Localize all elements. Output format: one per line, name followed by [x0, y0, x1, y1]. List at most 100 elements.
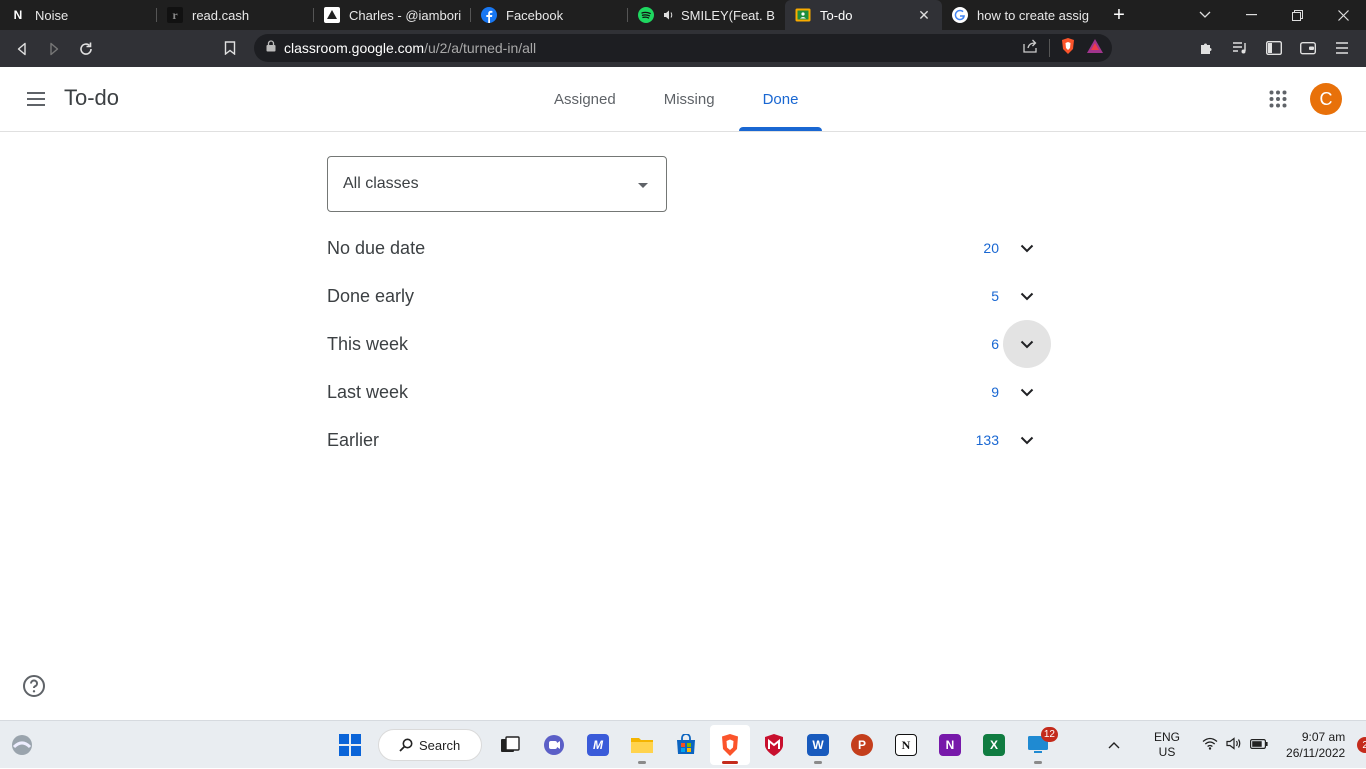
speaker-icon[interactable]: [663, 7, 675, 23]
browser-tab-noise[interactable]: N Noise: [0, 0, 157, 30]
chevron-down-icon: [1020, 340, 1034, 348]
expand-button[interactable]: [1003, 320, 1051, 368]
teams-chat-button[interactable]: [534, 725, 574, 765]
tab-search-icon[interactable]: [1182, 0, 1228, 30]
sidebar-toggle-icon[interactable]: [1258, 32, 1290, 64]
group-no-due-date[interactable]: No due date 20: [327, 224, 1051, 272]
browser-tab-facebook[interactable]: Facebook: [471, 0, 628, 30]
microsoft-store-button[interactable]: [666, 725, 706, 765]
class-filter-select[interactable]: All classes: [327, 156, 667, 212]
group-this-week[interactable]: This week 6: [327, 320, 1051, 368]
input-language[interactable]: ENG US: [1154, 730, 1180, 760]
store-icon: [677, 734, 695, 754]
brave-rewards-icon[interactable]: [1086, 38, 1104, 59]
wallet-icon[interactable]: [1292, 32, 1324, 64]
brave-shields-icon[interactable]: [1060, 37, 1076, 60]
battery-icon[interactable]: [1250, 738, 1268, 752]
google-apps-button[interactable]: [1262, 83, 1294, 115]
group-done-early[interactable]: Done early 5: [327, 272, 1051, 320]
reload-button[interactable]: [70, 33, 102, 65]
taskbar-apps: Search M W P N N X 12: [330, 725, 1058, 765]
word-button[interactable]: W: [798, 725, 838, 765]
close-window-button[interactable]: [1320, 0, 1366, 30]
file-explorer-button[interactable]: [622, 725, 662, 765]
browser-menu-icon[interactable]: [1326, 32, 1358, 64]
notion-button[interactable]: N: [886, 725, 926, 765]
lang-line1: ENG: [1154, 730, 1181, 744]
media-controls-icon[interactable]: [1224, 32, 1256, 64]
classroom-icon: [795, 7, 811, 23]
group-earlier[interactable]: Earlier 133: [327, 416, 1051, 464]
word-icon: W: [807, 734, 829, 756]
group-last-week[interactable]: Last week 9: [327, 368, 1051, 416]
clock-time: 9:07 am: [1301, 730, 1346, 744]
volume-icon[interactable]: [1226, 737, 1242, 753]
powerpoint-button[interactable]: P: [842, 725, 882, 765]
notion-icon: N: [13, 8, 23, 22]
url-path: /u/2/a/turned-in/all: [424, 40, 537, 56]
folder-icon: [631, 738, 653, 753]
close-tab-icon[interactable]: ✕: [916, 7, 932, 23]
restore-button[interactable]: [1274, 0, 1320, 30]
onenote-icon: N: [939, 734, 961, 756]
avatar[interactable]: C: [1310, 83, 1342, 115]
notification-center-badge[interactable]: 2: [1357, 737, 1366, 753]
group-name: Earlier: [327, 429, 380, 450]
group-count: 9: [991, 384, 999, 400]
browser-tab-label: how to create assignm: [977, 7, 1089, 23]
chat-icon: [544, 735, 564, 755]
browser-tab-label: Noise: [35, 7, 69, 23]
apps-grid-icon: [1269, 90, 1287, 108]
search-label: Search: [419, 737, 461, 753]
browser-tab-label: SMILEY(Feat. BIBI) -: [681, 7, 775, 23]
expand-button[interactable]: [1003, 224, 1051, 272]
forward-button[interactable]: [38, 33, 70, 65]
lang-line2: US: [1158, 745, 1176, 759]
running-indicator: [1034, 761, 1042, 764]
extensions-puzzle-icon[interactable]: [1190, 32, 1222, 64]
browser-tab-readcash[interactable]: r read.cash: [157, 0, 314, 30]
brave-browser-button[interactable]: [710, 725, 750, 765]
tab-missing[interactable]: Missing: [640, 67, 739, 131]
app-maze-button[interactable]: M: [578, 725, 618, 765]
start-button[interactable]: [330, 725, 370, 765]
clock[interactable]: 9:07 am 26/11/2022: [1286, 729, 1345, 761]
help-icon: [23, 675, 45, 697]
mcafee-button[interactable]: [754, 725, 794, 765]
share-icon[interactable]: [1023, 39, 1039, 58]
browser-tab-todo[interactable]: To-do ✕: [785, 0, 942, 30]
wifi-icon[interactable]: [1202, 737, 1218, 753]
task-view-button[interactable]: [490, 725, 530, 765]
main-menu-button[interactable]: [20, 83, 52, 115]
tab-done[interactable]: Done: [738, 67, 823, 131]
group-name: No due date: [327, 237, 426, 258]
address-bar[interactable]: classroom.google.com/u/2/a/turned-in/all: [254, 34, 1112, 62]
remote-desktop-button[interactable]: 12: [1018, 725, 1058, 765]
chevron-down-icon: [1020, 436, 1034, 444]
excel-icon: X: [983, 734, 1005, 756]
back-button[interactable]: [6, 33, 38, 65]
expand-button[interactable]: [1003, 368, 1051, 416]
expand-button[interactable]: [1003, 416, 1051, 464]
onenote-button[interactable]: N: [930, 725, 970, 765]
browser-tab-spotify[interactable]: SMILEY(Feat. BIBI) -: [628, 0, 785, 30]
expand-button[interactable]: [1003, 272, 1051, 320]
tab-assigned[interactable]: Assigned: [530, 67, 640, 131]
browser-tab-google[interactable]: how to create assignm: [942, 0, 1099, 30]
group-name: Last week: [327, 381, 409, 402]
show-hidden-icons-chevron-icon[interactable]: [1108, 738, 1120, 752]
new-tab-button[interactable]: +: [1099, 0, 1139, 30]
group-count: 20: [983, 240, 999, 256]
taskbar-search[interactable]: Search: [378, 729, 482, 761]
running-indicator: [638, 761, 646, 764]
excel-button[interactable]: X: [974, 725, 1014, 765]
bookmark-icon[interactable]: [214, 32, 246, 64]
artstation-icon: [324, 7, 340, 23]
widgets-icon[interactable]: [10, 733, 34, 757]
window-controls: [1182, 0, 1366, 30]
windows-icon: [339, 734, 361, 756]
browser-tab-artstation[interactable]: Charles - @iamboring: [314, 0, 471, 30]
lock-icon: [266, 39, 276, 57]
help-button[interactable]: [22, 674, 46, 698]
minimize-button[interactable]: [1228, 0, 1274, 30]
